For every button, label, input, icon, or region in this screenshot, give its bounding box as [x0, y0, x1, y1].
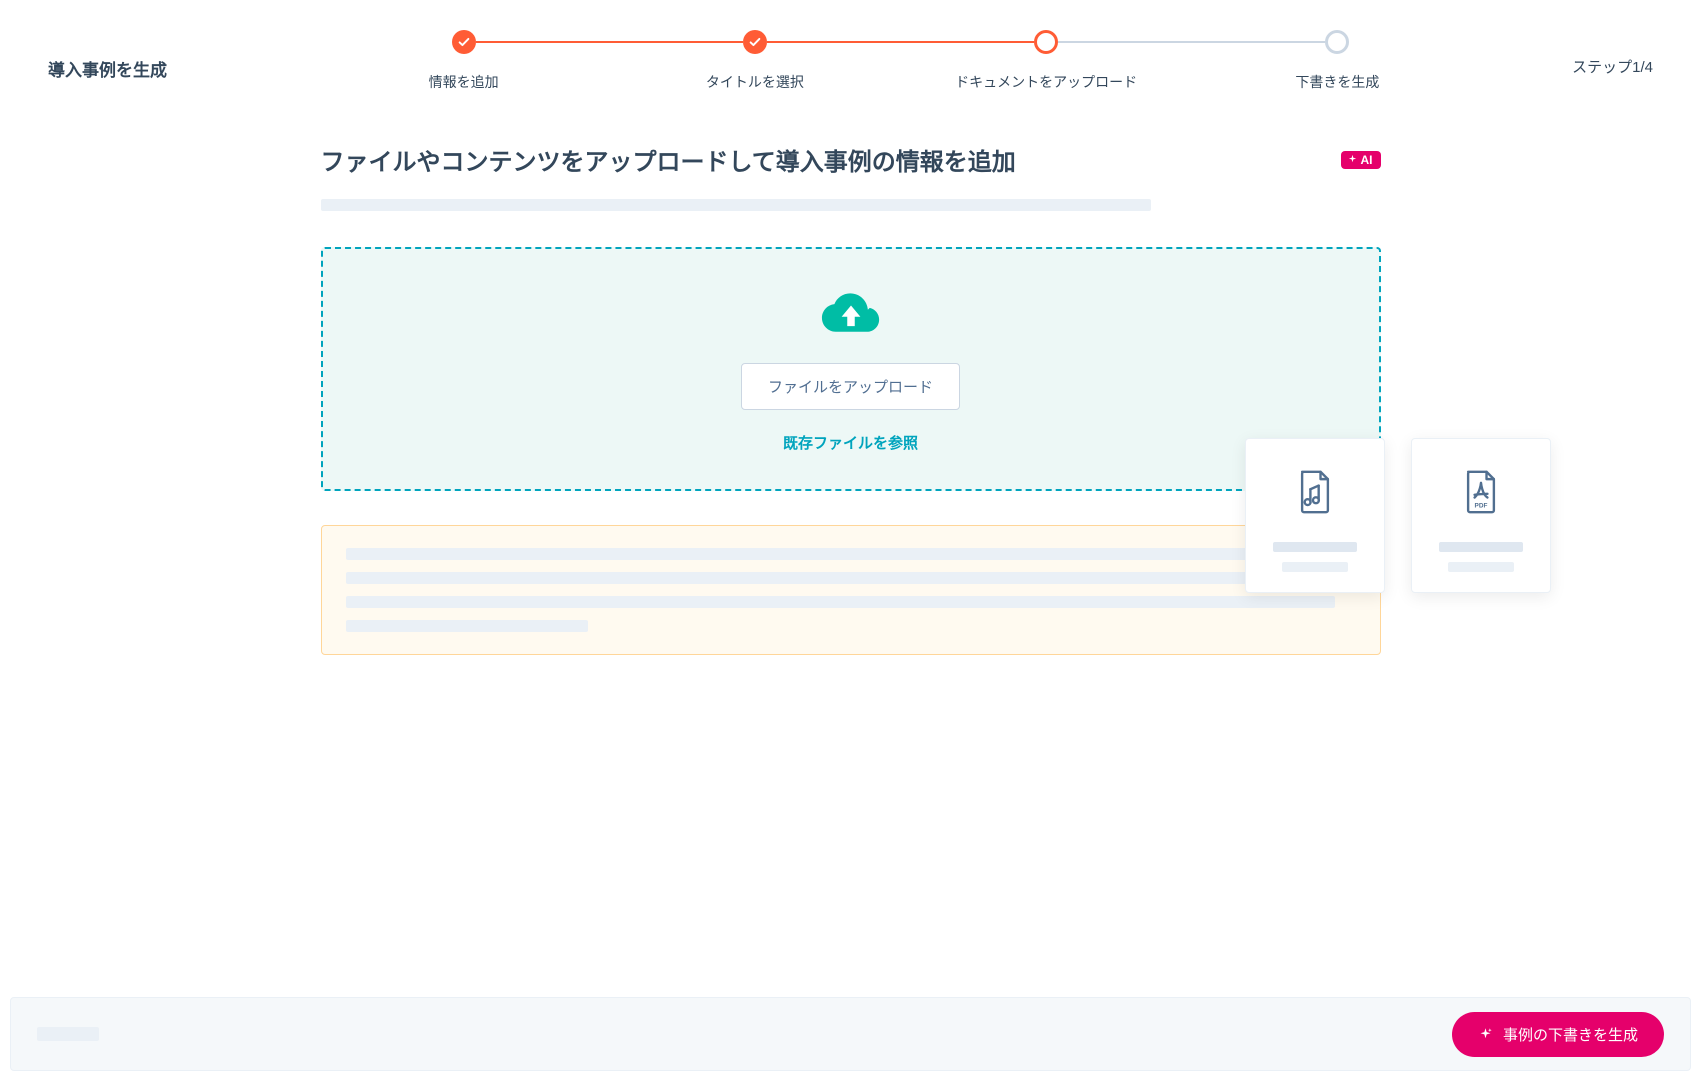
upcoming-step-icon [1325, 30, 1349, 54]
file-card-pdf[interactable]: PDF [1411, 438, 1551, 593]
pdf-file-icon: PDF [1462, 469, 1500, 520]
step-select-title[interactable]: タイトルを選択 [609, 30, 900, 92]
info-box [321, 525, 1381, 655]
svg-text:PDF: PDF [1474, 503, 1487, 510]
stepper: 情報を追加 タイトルを選択 ドキュメントをアップロード 下書きを生成 [318, 30, 1483, 92]
step-label: 下書きを生成 [1295, 72, 1379, 92]
ai-badge: AI [1341, 151, 1381, 169]
check-icon [743, 30, 767, 54]
file-meta-placeholder [1448, 562, 1514, 572]
step-label: タイトルを選択 [706, 72, 804, 92]
main-heading: ファイルやコンテンツをアップロードして導入事例の情報を追加 [321, 142, 1016, 177]
footer-left-placeholder [37, 1027, 99, 1041]
cloud-upload-icon [821, 289, 881, 337]
upload-file-button[interactable]: ファイルをアップロード [741, 363, 960, 410]
subtitle-placeholder [321, 199, 1151, 211]
check-icon [452, 30, 476, 54]
step-label: ドキュメントをアップロード [955, 72, 1137, 92]
step-generate-draft[interactable]: 下書きを生成 [1192, 30, 1483, 92]
browse-existing-link[interactable]: 既存ファイルを参照 [783, 432, 918, 453]
footer-bar: 事例の下書きを生成 [10, 997, 1691, 1071]
info-line [346, 572, 1356, 584]
current-step-icon [1034, 30, 1058, 54]
file-name-placeholder [1439, 542, 1523, 552]
page-title: 導入事例を生成 [48, 30, 288, 81]
file-preview-cards: PDF [1245, 438, 1551, 593]
info-line [346, 548, 1316, 560]
heading-row: ファイルやコンテンツをアップロードして導入事例の情報を追加 AI [321, 142, 1381, 177]
sparkle-icon [1478, 1027, 1493, 1042]
header: 導入事例を生成 情報を追加 タイトルを選択 ドキュメントをアップロード 下書きを… [0, 0, 1701, 92]
main-content: ファイルやコンテンツをアップロードして導入事例の情報を追加 AI ファイルをアッ… [321, 142, 1381, 655]
upload-dropzone[interactable]: ファイルをアップロード 既存ファイルを参照 [321, 247, 1381, 491]
generate-draft-label: 事例の下書きを生成 [1503, 1024, 1638, 1045]
sparkle-icon [1347, 154, 1358, 165]
info-line [346, 620, 588, 632]
file-meta-placeholder [1282, 562, 1348, 572]
step-upload-document[interactable]: ドキュメントをアップロード [901, 30, 1192, 92]
file-card-music[interactable] [1245, 438, 1385, 593]
step-counter: ステップ1/4 [1513, 30, 1653, 77]
step-add-info[interactable]: 情報を追加 [318, 30, 609, 92]
ai-badge-label: AI [1361, 153, 1373, 167]
generate-draft-button[interactable]: 事例の下書きを生成 [1452, 1012, 1664, 1057]
music-file-icon [1296, 469, 1334, 520]
step-label: 情報を追加 [429, 72, 499, 92]
info-line [346, 596, 1336, 608]
file-name-placeholder [1273, 542, 1357, 552]
